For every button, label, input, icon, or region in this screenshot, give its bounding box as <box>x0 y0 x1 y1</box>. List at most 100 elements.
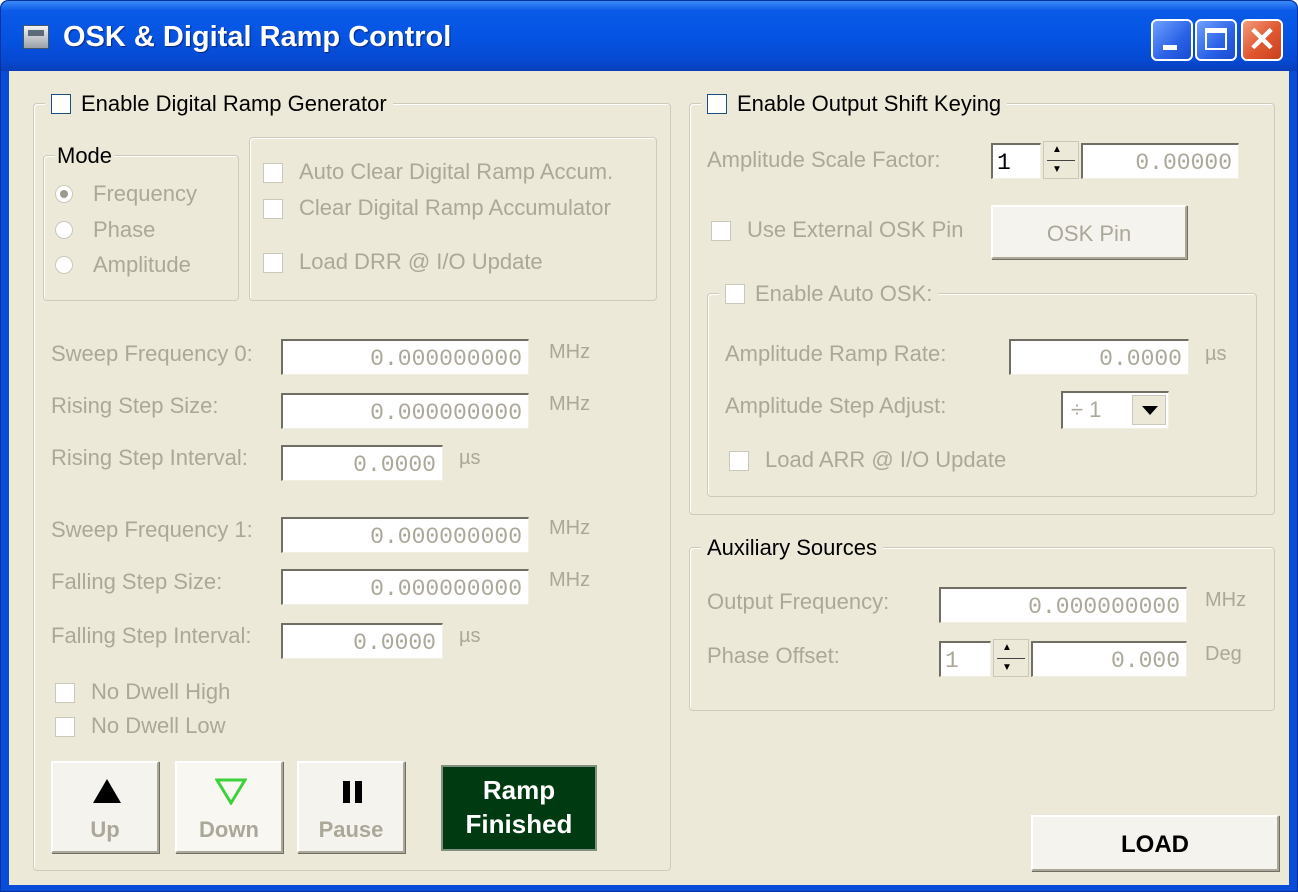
minimize-button[interactable] <box>1151 19 1193 61</box>
no-dwell-high-checkbox[interactable] <box>55 683 75 703</box>
phase-offset-label: Phase Offset: <box>707 643 840 668</box>
phase-offset-spinner[interactable]: ▲ ▼ <box>993 639 1029 677</box>
load-button[interactable]: LOAD <box>1031 815 1279 871</box>
falling-step-size-label: Falling Step Size: <box>51 569 223 594</box>
amp-ramp-rate-label: Amplitude Ramp Rate: <box>725 341 947 366</box>
close-button[interactable]: ✕ <box>1241 19 1283 61</box>
aux-group <box>689 547 1275 711</box>
spin-down-icon: ▼ <box>1002 662 1012 673</box>
asf-value-input[interactable]: 0.00000 <box>1081 143 1239 179</box>
sweep-freq0-unit: MHz <box>549 341 591 363</box>
ramp-status-line1: Ramp <box>482 775 556 805</box>
auto-osk-label: Enable Auto OSK: <box>755 281 933 306</box>
dialog-client-area: Enable Digital Ramp Generator Mode Frequ… <box>9 71 1289 885</box>
phase-offset-value-input[interactable]: 0.000 <box>1031 641 1187 677</box>
app-icon[interactable] <box>23 25 49 49</box>
load-arr-label: Load ARR @ I/O Update <box>765 447 1007 472</box>
output-frequency-input[interactable]: 0.000000000 <box>939 587 1187 623</box>
load-drr-checkbox[interactable] <box>263 253 283 273</box>
ramp-status-indicator: Ramp Finished <box>441 765 597 851</box>
rising-step-interval-input[interactable]: 0.0000 <box>281 445 443 481</box>
drg-enable-label: Enable Digital Ramp Generator <box>81 91 387 116</box>
ramp-down-button[interactable]: Down <box>175 761 283 853</box>
rising-step-size-input[interactable]: 0.000000000 <box>281 393 529 429</box>
falling-step-interval-label: Falling Step Interval: <box>51 623 252 648</box>
window-title: OSK & Digital Ramp Control <box>63 21 452 53</box>
auto-clear-accum-checkbox[interactable] <box>263 163 283 183</box>
amp-step-adjust-label: Amplitude Step Adjust: <box>725 393 947 418</box>
ramp-pause-button[interactable]: Pause <box>297 761 405 853</box>
falling-step-interval-unit: µs <box>459 625 481 647</box>
mode-amplitude-radio[interactable] <box>55 256 73 274</box>
amp-ramp-rate-input[interactable]: 0.0000 <box>1009 339 1189 375</box>
no-dwell-low-label: No Dwell Low <box>91 713 226 738</box>
osk-enable-label: Enable Output Shift Keying <box>737 91 1002 116</box>
up-arrow-icon <box>93 779 121 803</box>
maximize-icon <box>1205 28 1227 50</box>
falling-step-interval-input[interactable]: 0.0000 <box>281 623 443 659</box>
mode-frequency-radio[interactable] <box>55 185 73 203</box>
rising-step-size-label: Rising Step Size: <box>51 393 219 418</box>
phase-offset-step-input[interactable]: 1 <box>939 641 991 677</box>
drg-enable-row: Enable Digital Ramp Generator <box>45 91 393 117</box>
osk-pin-button[interactable]: OSK Pin <box>991 205 1187 259</box>
ramp-down-label: Down <box>199 817 259 842</box>
clear-accum-checkbox[interactable] <box>263 199 283 219</box>
mode-frequency-label: Frequency <box>93 181 197 206</box>
ext-osk-pin-checkbox[interactable] <box>711 221 731 241</box>
close-icon: ✕ <box>1247 21 1277 59</box>
osk-pin-button-label: OSK Pin <box>1046 221 1132 246</box>
ramp-status-line2: Finished <box>465 809 573 839</box>
dialog-window: OSK & Digital Ramp Control ✕ Enable Digi… <box>0 0 1298 892</box>
falling-step-size-unit: MHz <box>549 569 591 591</box>
osk-enable-row: Enable Output Shift Keying <box>701 91 1008 117</box>
load-drr-label: Load DRR @ I/O Update <box>299 249 543 274</box>
output-frequency-unit: MHz <box>1205 589 1247 611</box>
mode-phase-radio[interactable] <box>55 221 73 239</box>
auto-osk-enable-row: Enable Auto OSK: <box>719 281 939 307</box>
sweep-freq0-input[interactable]: 0.000000000 <box>281 339 529 375</box>
load-arr-checkbox[interactable] <box>729 451 749 471</box>
spin-down-icon: ▼ <box>1052 164 1062 175</box>
sweep-freq0-label: Sweep Frequency 0: <box>51 341 253 366</box>
maximize-button[interactable] <box>1195 19 1237 61</box>
amp-ramp-rate-unit: µs <box>1205 343 1227 365</box>
minimize-icon <box>1163 45 1177 50</box>
sweep-freq1-label: Sweep Frequency 1: <box>51 517 253 542</box>
sweep-freq1-unit: MHz <box>549 517 591 539</box>
rising-step-size-unit: MHz <box>549 393 591 415</box>
phase-offset-unit: Deg <box>1205 643 1242 665</box>
mode-phase-label: Phase <box>93 217 156 242</box>
down-arrow-icon <box>215 778 247 805</box>
drg-enable-checkbox[interactable] <box>51 94 71 114</box>
no-dwell-low-checkbox[interactable] <box>55 717 75 737</box>
ramp-up-label: Up <box>90 817 120 842</box>
rising-step-interval-label: Rising Step Interval: <box>51 445 248 470</box>
aux-legend: Auxiliary Sources <box>701 535 883 561</box>
chevron-down-icon <box>1142 406 1158 415</box>
pause-icon <box>343 781 362 803</box>
falling-step-size-input[interactable]: 0.000000000 <box>281 569 529 605</box>
load-button-label: LOAD <box>1121 831 1189 858</box>
sweep-freq1-input[interactable]: 0.000000000 <box>281 517 529 553</box>
amp-step-adjust-select[interactable]: ÷ 1 <box>1061 391 1169 429</box>
title-bar[interactable]: OSK & Digital Ramp Control ✕ <box>1 1 1297 71</box>
asf-label: Amplitude Scale Factor: <box>707 147 941 172</box>
ext-osk-pin-label: Use External OSK Pin <box>747 217 964 242</box>
rising-step-interval-unit: µs <box>459 447 481 469</box>
osk-enable-checkbox[interactable] <box>707 94 727 114</box>
auto-osk-checkbox[interactable] <box>725 284 745 304</box>
mode-legend: Mode <box>55 143 115 169</box>
asf-spinner[interactable]: ▲ ▼ <box>1043 141 1079 179</box>
output-frequency-label: Output Frequency: <box>707 589 890 614</box>
no-dwell-high-label: No Dwell High <box>91 679 231 704</box>
ramp-up-button[interactable]: Up <box>51 761 159 853</box>
mode-amplitude-label: Amplitude <box>93 252 191 277</box>
asf-step-input[interactable]: 1 <box>991 143 1041 179</box>
spin-up-icon: ▲ <box>1002 642 1012 653</box>
spin-up-icon: ▲ <box>1052 144 1062 155</box>
ramp-pause-label: Pause <box>318 817 384 842</box>
amp-step-adjust-value: ÷ 1 <box>1071 397 1102 422</box>
clear-accum-label: Clear Digital Ramp Accumulator <box>299 195 611 220</box>
dropdown-arrow-button[interactable] <box>1132 395 1166 425</box>
